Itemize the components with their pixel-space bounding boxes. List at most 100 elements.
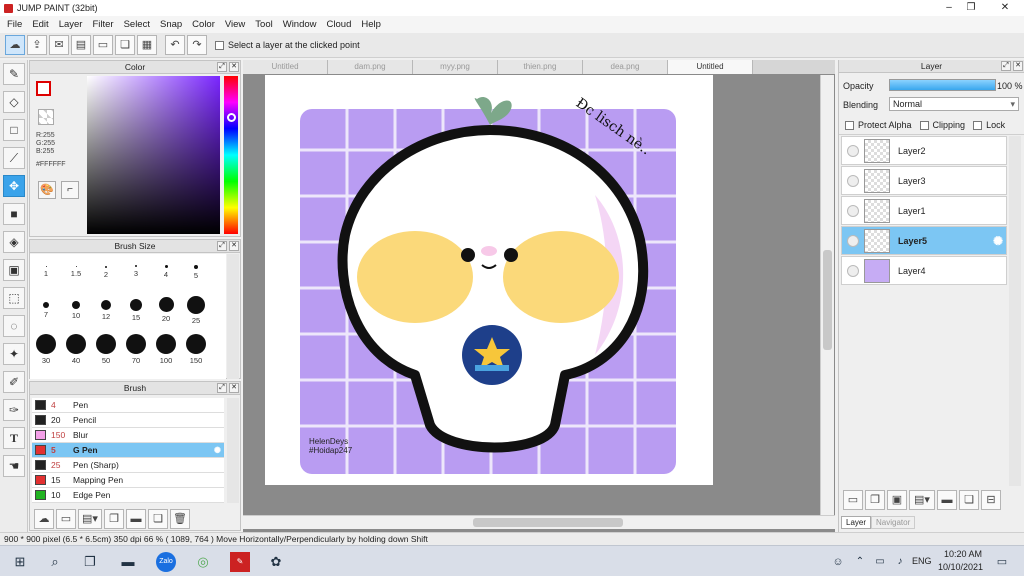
browser-app-icon[interactable]: ◎ — [193, 552, 213, 572]
menu-filter[interactable]: Filter — [87, 19, 118, 30]
tab-untitled-1[interactable]: Untitled — [243, 60, 328, 74]
brush-size-item[interactable]: 30 — [31, 334, 61, 365]
brush-delete-icon[interactable]: 🗑 — [170, 509, 190, 529]
menu-edit[interactable]: Edit — [27, 19, 53, 30]
hue-slider[interactable] — [224, 76, 238, 234]
brush-size-item[interactable]: 20 — [151, 297, 181, 323]
jump-paint-app-icon[interactable]: ✎ — [230, 552, 250, 572]
merge-layer-icon[interactable]: ⊟ — [981, 490, 1001, 510]
menu-cloud[interactable]: Cloud — [322, 19, 357, 30]
new-layer-8bit-icon[interactable]: ❐ — [865, 490, 885, 510]
message-icon[interactable]: ▤ — [71, 35, 91, 55]
new-layer-icon[interactable]: ▭ — [843, 490, 863, 510]
menu-snap[interactable]: Snap — [155, 19, 187, 30]
brush-copy-icon[interactable]: ❐ — [104, 509, 124, 529]
brush-size-item[interactable]: 1.5 — [61, 266, 91, 278]
paint-app-icon[interactable]: ✿ — [266, 552, 286, 572]
vertical-scroll-thumb[interactable] — [823, 250, 832, 350]
brush-size-item[interactable]: 40 — [61, 334, 91, 365]
eyedropper-icon[interactable]: ⌐ — [61, 181, 79, 199]
grid-icon[interactable]: ▦ — [137, 35, 157, 55]
language-indicator[interactable]: ENG — [912, 556, 932, 566]
tab-untitled-active[interactable]: Untitled — [668, 60, 753, 74]
visibility-icon[interactable] — [847, 144, 859, 157]
close-button[interactable]: ✕ — [990, 0, 1020, 16]
tab-dea[interactable]: dea.png — [583, 60, 668, 74]
maximize-button[interactable]: ❐ — [956, 0, 986, 16]
menu-select[interactable]: Select — [119, 19, 155, 30]
panel-close-icon[interactable]: ✕ — [1013, 61, 1023, 71]
copy-icon[interactable]: ❏ — [115, 35, 135, 55]
canvas-horizontal-scrollbar[interactable] — [243, 515, 835, 529]
panel-float-icon[interactable]: ⤢ — [1001, 61, 1011, 71]
brush-size-scrollbar[interactable] — [227, 254, 239, 379]
brush-size-item[interactable]: 12 — [91, 300, 121, 321]
fill-shape-tool-icon[interactable]: ■ — [3, 203, 25, 225]
volume-icon[interactable]: ♪ — [890, 552, 910, 572]
zalo-app-icon[interactable]: Zalo — [156, 552, 176, 572]
select-eraser-tool-icon[interactable]: ✑ — [3, 399, 25, 421]
bucket-tool-icon[interactable]: ◈ — [3, 231, 25, 253]
task-view-icon[interactable]: ❐ — [80, 552, 100, 572]
layer-row-layer5[interactable]: Layer5 ✺ — [841, 226, 1007, 255]
hue-slider-handle[interactable] — [227, 113, 236, 122]
layer-row-layer1[interactable]: Layer1 — [841, 196, 1007, 225]
brush-size-item[interactable]: 7 — [31, 302, 61, 319]
settings-gear-icon[interactable]: ✺ — [214, 445, 221, 456]
primary-color-swatch[interactable] — [36, 81, 51, 96]
export-icon[interactable]: ⇪ — [27, 35, 47, 55]
menu-help[interactable]: Help — [356, 19, 386, 30]
new-layer-1bit-icon[interactable]: ▣ — [887, 490, 907, 510]
protect-alpha-checkbox[interactable] — [845, 120, 854, 130]
brush-size-item[interactable]: 2 — [91, 266, 121, 279]
gradient-tool-icon[interactable]: ▣ — [3, 259, 25, 281]
brush-size-item[interactable]: 5 — [181, 265, 211, 280]
brush-size-item[interactable]: 50 — [91, 334, 121, 365]
network-icon[interactable]: ▭ — [870, 552, 890, 572]
tab-thien[interactable]: thien.png — [498, 60, 583, 74]
brush-tool-icon[interactable]: ✎ — [3, 63, 25, 85]
panel-close-icon[interactable]: ✕ — [229, 383, 239, 393]
visibility-icon[interactable] — [847, 264, 859, 277]
opacity-slider[interactable] — [889, 79, 996, 91]
brush-list-scrollbar[interactable] — [227, 398, 239, 503]
layer-menu-icon[interactable]: ▤▾ — [909, 490, 935, 510]
menu-window[interactable]: Window — [278, 19, 322, 30]
canvas-vertical-scrollbar[interactable] — [820, 75, 834, 515]
tab-dam[interactable]: dam.png — [328, 60, 413, 74]
horizontal-scroll-thumb[interactable] — [473, 518, 623, 527]
brush-item-pencil[interactable]: 20 Pencil — [32, 413, 224, 428]
new-brush-icon[interactable]: ▭ — [56, 509, 76, 529]
brush-size-item[interactable]: 25 — [181, 296, 211, 325]
transparent-color-swatch[interactable] — [38, 109, 54, 125]
layer-row-layer2[interactable]: Layer2 — [841, 136, 1007, 165]
visibility-icon[interactable] — [847, 204, 859, 217]
line-tool-icon[interactable]: ⟋ — [3, 147, 25, 169]
drawing-canvas[interactable]: HelenDeys #Hoidap247 Đc lisch nè.. — [265, 75, 713, 485]
magic-wand-tool-icon[interactable]: ✦ — [3, 343, 25, 365]
tray-chevron-icon[interactable]: ⌃ — [850, 552, 870, 572]
blending-select[interactable]: Normal ▾ — [889, 97, 1019, 111]
select-layer-checkbox[interactable] — [215, 40, 224, 50]
move-tool-icon[interactable]: ✥ — [3, 175, 25, 197]
lasso-tool-icon[interactable]: ◌ — [3, 315, 25, 337]
select-rect-tool-icon[interactable]: ⬚ — [3, 287, 25, 309]
visibility-icon[interactable] — [847, 174, 859, 187]
clipping-checkbox[interactable] — [919, 120, 929, 130]
menu-tool[interactable]: Tool — [250, 19, 277, 30]
brush-size-item[interactable]: 4 — [151, 265, 181, 279]
saturation-value-picker[interactable] — [87, 76, 220, 234]
menu-view[interactable]: View — [220, 19, 250, 30]
brush-size-item[interactable]: 10 — [61, 301, 91, 320]
brush-size-item[interactable]: 70 — [121, 334, 151, 365]
panel-close-icon[interactable]: ✕ — [229, 62, 239, 72]
redo-icon[interactable]: ↷ — [187, 35, 207, 55]
layer-list-scrollbar[interactable] — [1009, 136, 1021, 486]
undo-icon[interactable]: ↶ — [165, 35, 185, 55]
text-tool-icon[interactable]: T — [3, 427, 25, 449]
panel-float-icon[interactable]: ⤢ — [217, 62, 227, 72]
brush-menu-icon[interactable]: ▤▾ — [78, 509, 102, 529]
windows-start-icon[interactable]: ⊞ — [10, 552, 30, 572]
brush-item-pen[interactable]: 4 Pen — [32, 398, 224, 413]
brush-size-item[interactable]: 15 — [121, 299, 151, 322]
